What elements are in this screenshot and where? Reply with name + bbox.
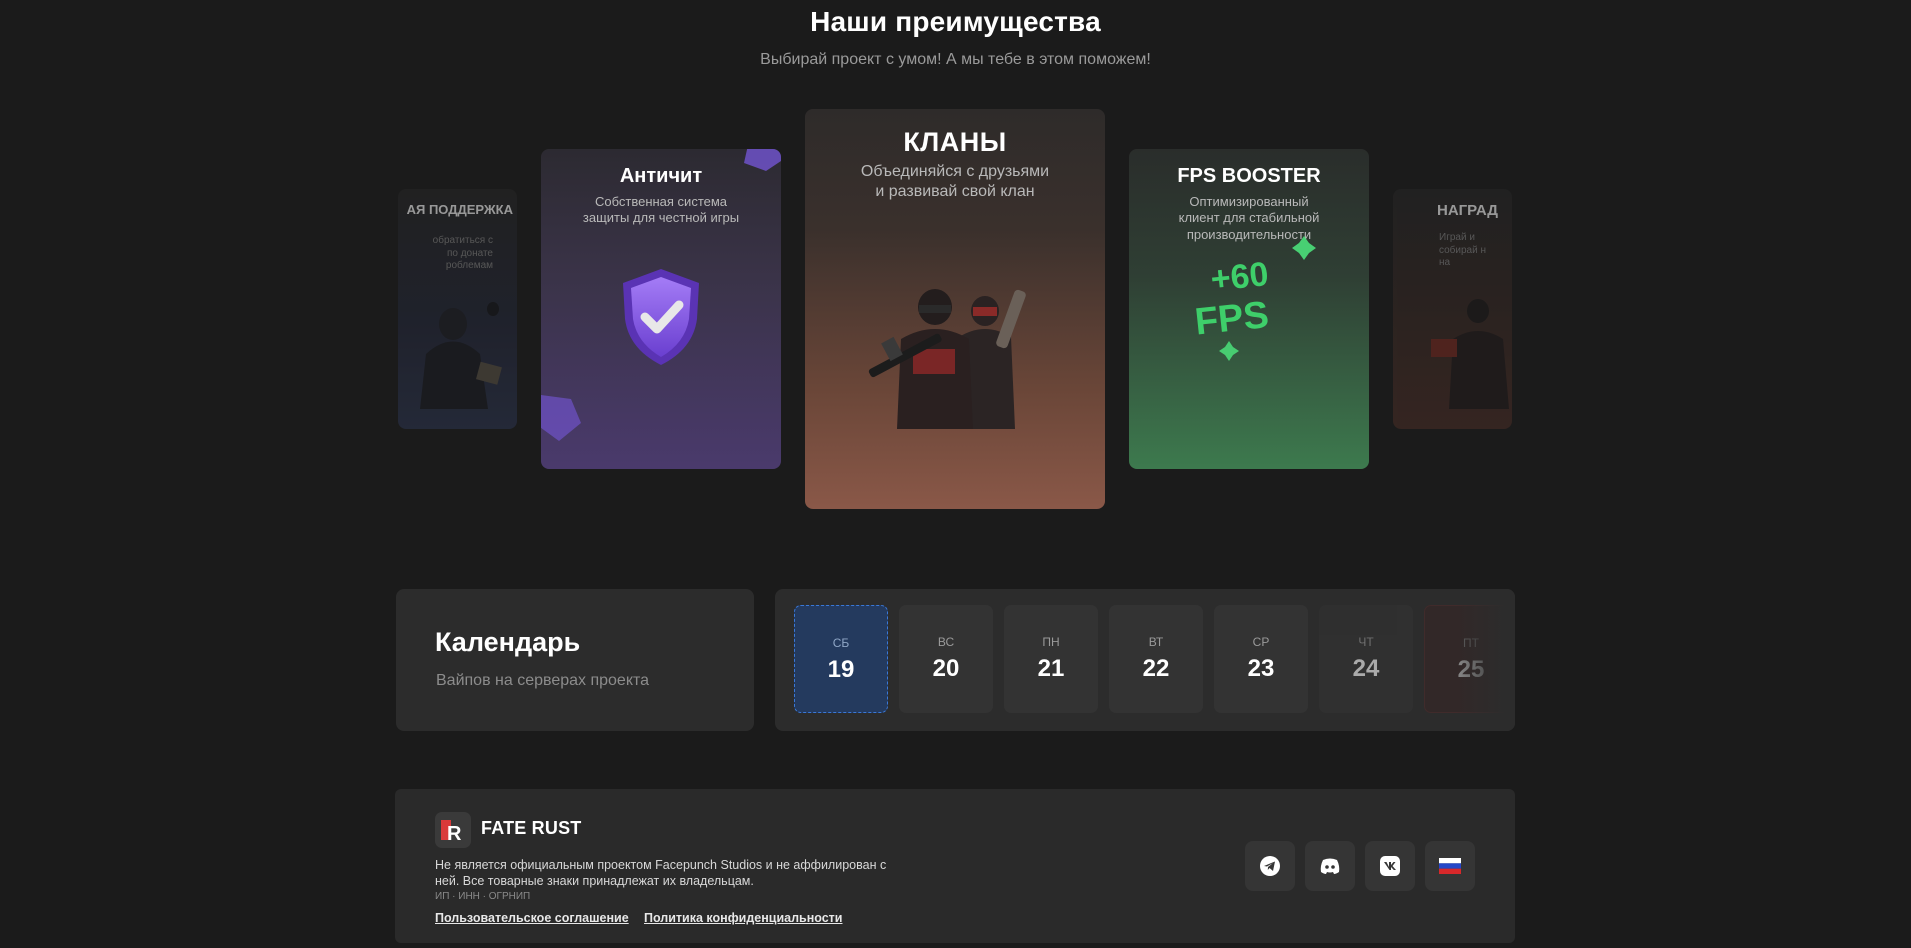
card-anticheat[interactable]: Античит Собственная система защиты для ч…: [541, 149, 781, 469]
brand-logo-icon: R: [441, 820, 462, 845]
corner-gem-top: [744, 149, 781, 171]
svg-text:FPS: FPS: [1193, 294, 1271, 343]
card-rewards-title: НАГРАД: [1437, 202, 1498, 219]
card-support[interactable]: АЯ ПОДДЕРЖКА обратиться с по донате робл…: [398, 189, 517, 429]
svg-text:+60: +60: [1209, 255, 1270, 299]
russian-flag-icon: [1439, 858, 1461, 874]
card-anticheat-desc: Собственная система защиты для честной и…: [582, 194, 740, 226]
card-clans-title: КЛАНЫ: [903, 127, 1007, 157]
card-rewards-desc: Играй и собирай н на: [1439, 232, 1486, 268]
terms-link[interactable]: Пользовательское соглашение: [435, 911, 629, 925]
calendar-day[interactable]: СР 23: [1214, 605, 1308, 713]
card-fps-title: FPS BOOSTER: [1177, 165, 1321, 187]
rewards-character-art: [1431, 299, 1509, 409]
advantages-title: Наши преимущества: [810, 6, 1101, 37]
corner-gem-bottom: [541, 395, 581, 441]
footer-disclaimer: Не является официальным проектом Facepun…: [435, 858, 887, 888]
footer-legal-info: ИП · ИНН · ОГРНИП: [435, 891, 531, 902]
page: Наши преимущества Выбирай проект с умом!…: [0, 0, 1911, 948]
telegram-icon: [1260, 856, 1280, 876]
discord-button[interactable]: [1305, 841, 1355, 891]
card-clans-desc: Объединяйся с друзьями и развивай свой к…: [860, 163, 1050, 200]
clan-soldiers-art: [868, 289, 1026, 429]
card-support-title: АЯ ПОДДЕРЖКА: [406, 202, 513, 217]
brand-name: FATE RUST: [481, 818, 582, 838]
card-clans[interactable]: КЛАНЫ Объединяйся с друзьями и развивай …: [805, 109, 1105, 509]
calendar-subtitle: Вайпов на серверах проекта: [436, 672, 650, 689]
footer: R FATE RUST Не является официальным прое…: [395, 789, 1515, 943]
svg-text:R: R: [447, 823, 462, 845]
calendar-day[interactable]: ПН 21: [1004, 605, 1098, 713]
brand-logo[interactable]: R: [435, 812, 471, 848]
card-fps[interactable]: FPS BOOSTER Оптимизированный клиент для …: [1129, 149, 1369, 469]
calendar-day[interactable]: ЧТ 24: [1319, 605, 1413, 713]
vk-button[interactable]: [1365, 841, 1415, 891]
discord-icon: [1320, 858, 1340, 874]
card-support-desc: обратиться с по донате роблемам: [432, 235, 493, 271]
telegram-button[interactable]: [1245, 841, 1295, 891]
calendar-days-panel: СБ 19 ВС 20 ПН 21 ВТ 22 СР 23 ЧТ 24 ПТ 2…: [775, 589, 1515, 731]
calendar-info-panel: Календарь Вайпов на серверах проекта: [396, 589, 754, 731]
calendar-fade-overlay: [1455, 589, 1515, 731]
calendar-title: Календарь: [435, 627, 581, 657]
fps-boost-art: +60 FPS: [1193, 236, 1316, 361]
calendar-day[interactable]: ВС 20: [899, 605, 993, 713]
shield-check-icon: [623, 269, 699, 365]
support-character-art: [420, 302, 502, 409]
calendar-day[interactable]: СБ 19: [794, 605, 888, 713]
advantages-subtitle: Выбирай проект с умом! А мы тебе в этом …: [760, 51, 1151, 68]
vk-icon: [1380, 856, 1400, 876]
card-rewards[interactable]: НАГРАД Играй и собирай н на: [1393, 189, 1512, 429]
calendar-day[interactable]: ВТ 22: [1109, 605, 1203, 713]
language-button[interactable]: [1425, 841, 1475, 891]
privacy-link[interactable]: Политика конфиденциальности: [644, 911, 842, 925]
